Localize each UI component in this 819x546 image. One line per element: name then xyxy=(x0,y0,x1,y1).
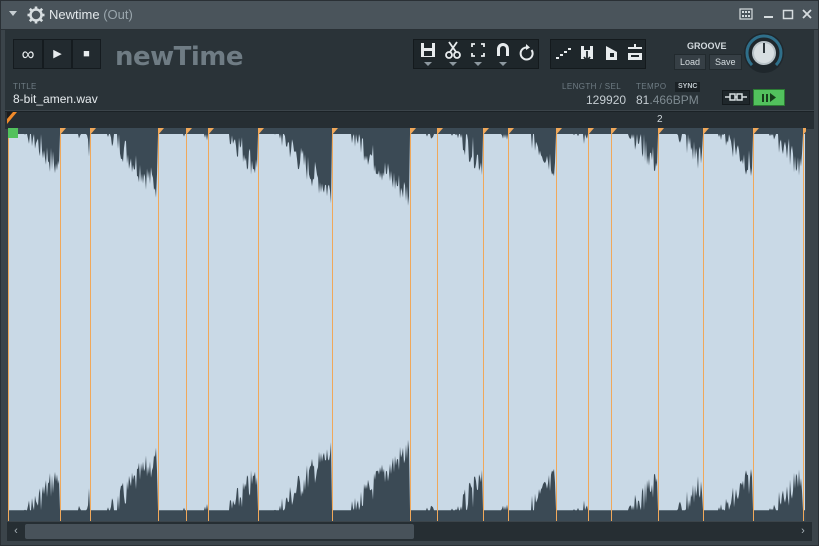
select-icon xyxy=(471,43,485,57)
link-icon xyxy=(725,93,747,101)
newtime-logo: newTime xyxy=(115,42,244,72)
groove-label: GROOVE xyxy=(687,41,727,51)
title-value: 8-bit_amen.wav xyxy=(13,92,98,106)
play-bars-icon xyxy=(762,93,776,102)
export-icon xyxy=(581,46,593,63)
length-value: 129920 xyxy=(586,93,627,107)
gear-icon[interactable] xyxy=(27,6,45,24)
sync-button[interactable]: SYNC xyxy=(675,82,701,92)
reset-tool[interactable] xyxy=(515,40,539,68)
slice-start-handle[interactable] xyxy=(8,128,18,138)
save-icon xyxy=(421,43,435,57)
groove-knob[interactable] xyxy=(744,33,784,73)
waveform-display[interactable] xyxy=(8,128,806,521)
window-title: Newtime (Out) xyxy=(49,7,133,22)
bar-number: 2 xyxy=(657,114,663,125)
view-icon[interactable] xyxy=(738,6,754,22)
magnet-tool[interactable] xyxy=(491,40,515,68)
tempo-label: TEMPO xyxy=(636,82,667,91)
groove-load-button[interactable]: Load xyxy=(674,54,707,70)
groove-save-button[interactable]: Save xyxy=(709,54,742,70)
tempo-value[interactable]: 81.466BPM xyxy=(636,93,699,107)
scroll-right-icon[interactable]: › xyxy=(796,524,810,539)
timeline-ruler[interactable]: 2 xyxy=(5,111,814,129)
edit-toolbar xyxy=(413,39,539,69)
send-icon xyxy=(606,46,617,60)
slice-tool[interactable] xyxy=(551,40,575,68)
save-tool[interactable] xyxy=(416,40,440,68)
close-icon[interactable] xyxy=(799,6,815,22)
start-marker-icon[interactable] xyxy=(7,112,17,124)
export-tool[interactable] xyxy=(575,40,599,68)
title-label: TITLE xyxy=(13,82,37,91)
slice-toolbar xyxy=(550,39,646,69)
horizontal-scrollbar[interactable]: ‹ › xyxy=(7,522,812,541)
newtime-window: Newtime (Out) ∞ ▶ ■ newTime GROOVE Load … xyxy=(0,0,819,546)
cut-tool[interactable] xyxy=(441,40,465,68)
length-label: LENGTH / SEL xyxy=(562,82,622,91)
play-button[interactable]: ▶ xyxy=(43,39,72,69)
minimize-icon[interactable] xyxy=(761,6,777,22)
reset-icon xyxy=(519,44,534,61)
stop-button[interactable]: ■ xyxy=(72,39,101,69)
groove-knob-dial xyxy=(745,34,783,72)
title-bar[interactable]: Newtime (Out) xyxy=(1,1,818,30)
menu-arrow-icon[interactable] xyxy=(9,11,17,16)
link-button[interactable] xyxy=(722,90,750,105)
cut-icon xyxy=(445,41,461,59)
plugin-header: ∞ ▶ ■ newTime GROOVE Load Save TITLE 8-b… xyxy=(5,30,814,110)
scrollbar-thumb[interactable] xyxy=(25,524,414,539)
groove-icon xyxy=(628,44,642,60)
select-tool[interactable] xyxy=(466,40,490,68)
groove-tool[interactable] xyxy=(623,40,647,68)
magnet-icon xyxy=(497,43,509,56)
preview-play-button[interactable] xyxy=(753,89,785,106)
send-tool[interactable] xyxy=(599,40,623,68)
maximize-icon[interactable] xyxy=(780,6,796,22)
loop-button[interactable]: ∞ xyxy=(13,39,43,69)
slice-icon xyxy=(556,48,571,59)
scroll-left-icon[interactable]: ‹ xyxy=(9,524,23,539)
